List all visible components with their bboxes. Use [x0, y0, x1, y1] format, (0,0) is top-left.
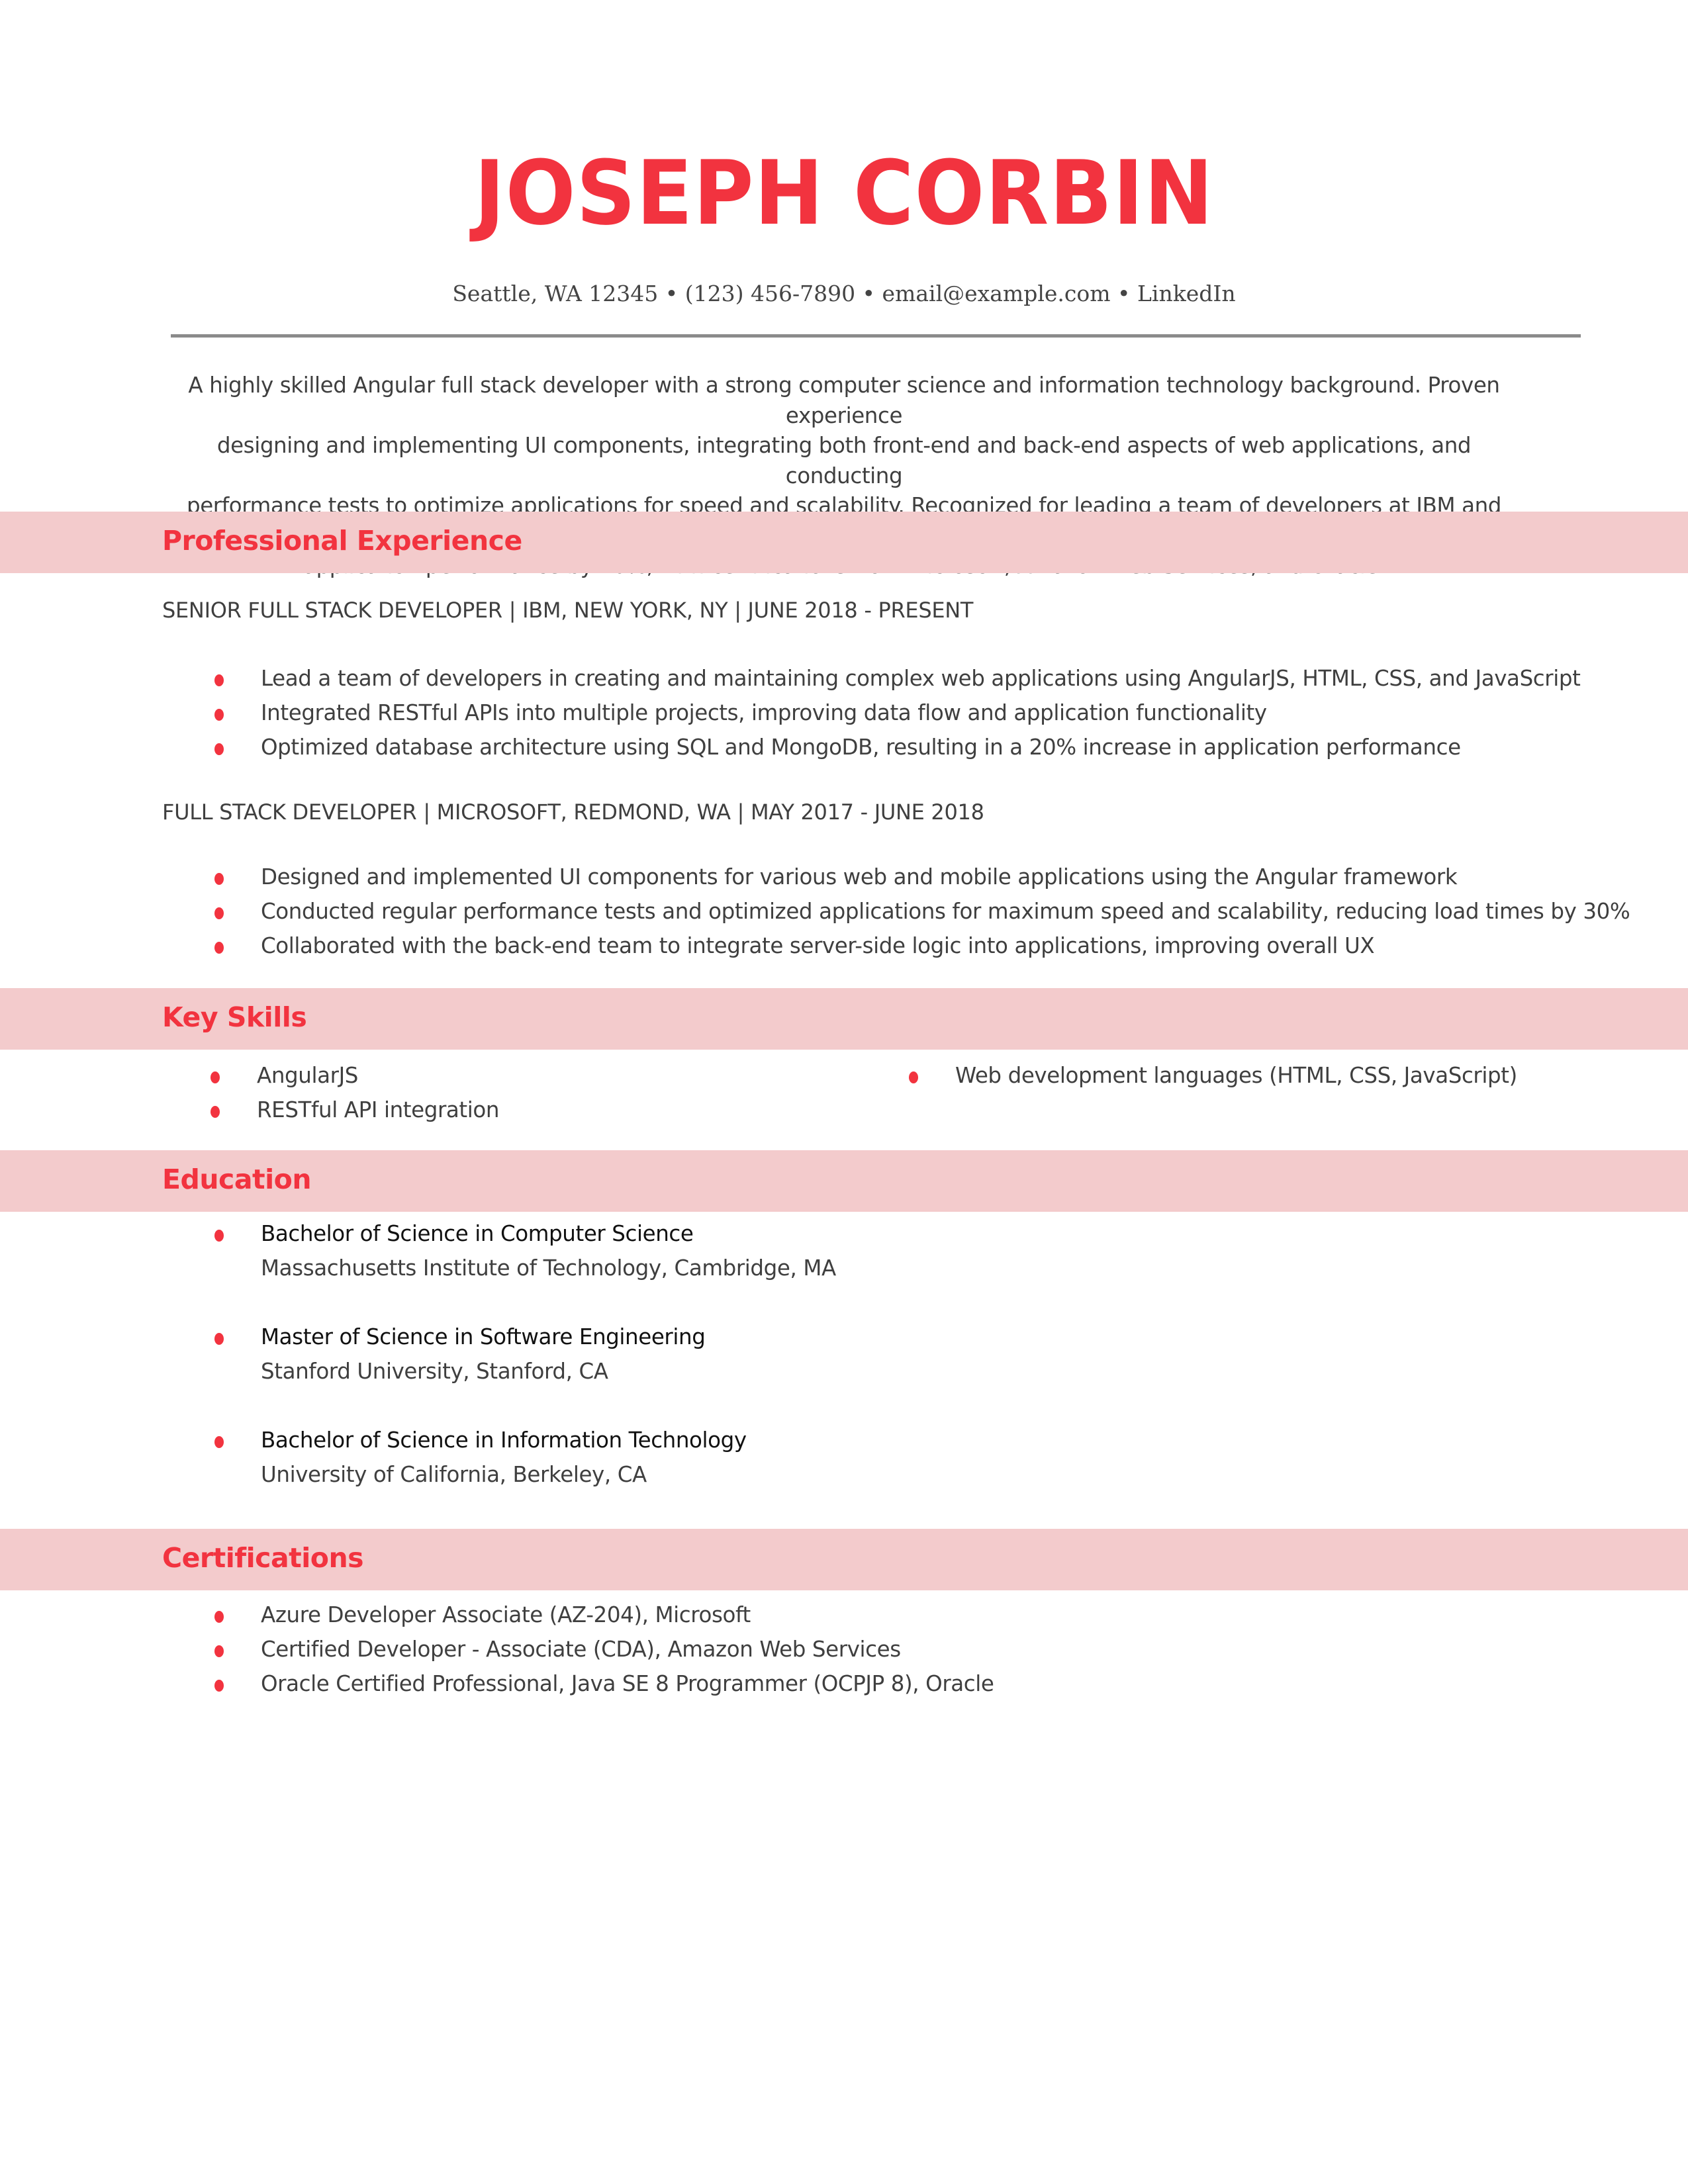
section-title: Certifications	[162, 1542, 364, 1574]
section-title: Key Skills	[162, 1001, 307, 1033]
header-divider	[171, 334, 1581, 338]
summary-line: A highly skilled Angular full stack deve…	[188, 373, 1500, 428]
school: Stanford University, Stanford, CA	[261, 1359, 608, 1384]
bullet-icon	[214, 873, 224, 885]
bullet-icon	[214, 674, 224, 686]
skill-item: AngularJS	[211, 1063, 358, 1088]
list-item: Conducted regular performance tests and …	[214, 899, 1630, 924]
bullet-icon	[909, 1071, 918, 1083]
list-item: Collaborated with the back-end team to i…	[214, 933, 1375, 958]
bullet-icon	[214, 743, 224, 755]
certification-item: Azure Developer Associate (AZ-204), Micr…	[214, 1602, 751, 1627]
degree: Bachelor of Science in Computer Science	[214, 1221, 694, 1246]
bullet-icon	[214, 1645, 224, 1657]
candidate-name: JOSEPH CORBIN	[474, 142, 1214, 245]
school: Massachusetts Institute of Technology, C…	[261, 1255, 836, 1281]
section-header-certifications: Certifications	[0, 1529, 1688, 1590]
bullet-icon	[214, 709, 224, 721]
degree: Master of Science in Software Engineerin…	[214, 1324, 706, 1349]
summary-line: designing and implementing UI components…	[216, 433, 1472, 488]
list-item: Designed and implemented UI components f…	[214, 864, 1458, 889]
degree: Bachelor of Science in Information Techn…	[214, 1428, 747, 1453]
section-header-education: Education	[0, 1150, 1688, 1212]
bullet-icon	[214, 942, 224, 954]
skill-item: RESTful API integration	[211, 1097, 499, 1122]
section-title: Education	[162, 1163, 312, 1195]
section-header-experience: Professional Experience	[0, 512, 1688, 573]
list-item: Optimized database architecture using SQ…	[214, 735, 1461, 760]
bullet-icon	[214, 907, 224, 919]
job-title: SENIOR FULL STACK DEVELOPER | IBM, NEW Y…	[162, 598, 974, 623]
section-header-skills: Key Skills	[0, 988, 1688, 1050]
job-title: FULL STACK DEVELOPER | MICROSOFT, REDMON…	[162, 799, 984, 825]
certification-item: Certified Developer - Associate (CDA), A…	[214, 1637, 901, 1662]
bullet-icon	[214, 1436, 224, 1448]
bullet-icon	[214, 1680, 224, 1692]
bullet-icon	[211, 1071, 220, 1083]
list-item: Lead a team of developers in creating an…	[214, 666, 1581, 691]
bullet-icon	[214, 1611, 224, 1623]
skill-item: Web development languages (HTML, CSS, Ja…	[909, 1063, 1517, 1088]
bullet-icon	[214, 1230, 224, 1242]
section-title: Professional Experience	[162, 525, 522, 557]
certification-item: Oracle Certified Professional, Java SE 8…	[214, 1671, 994, 1696]
bullet-icon	[211, 1106, 220, 1118]
school: University of California, Berkeley, CA	[261, 1462, 647, 1487]
contact-info: Seattle, WA 12345 • (123) 456-7890 • ema…	[452, 281, 1236, 306]
bullet-icon	[214, 1333, 224, 1345]
list-item: Integrated RESTful APIs into multiple pr…	[214, 700, 1267, 725]
